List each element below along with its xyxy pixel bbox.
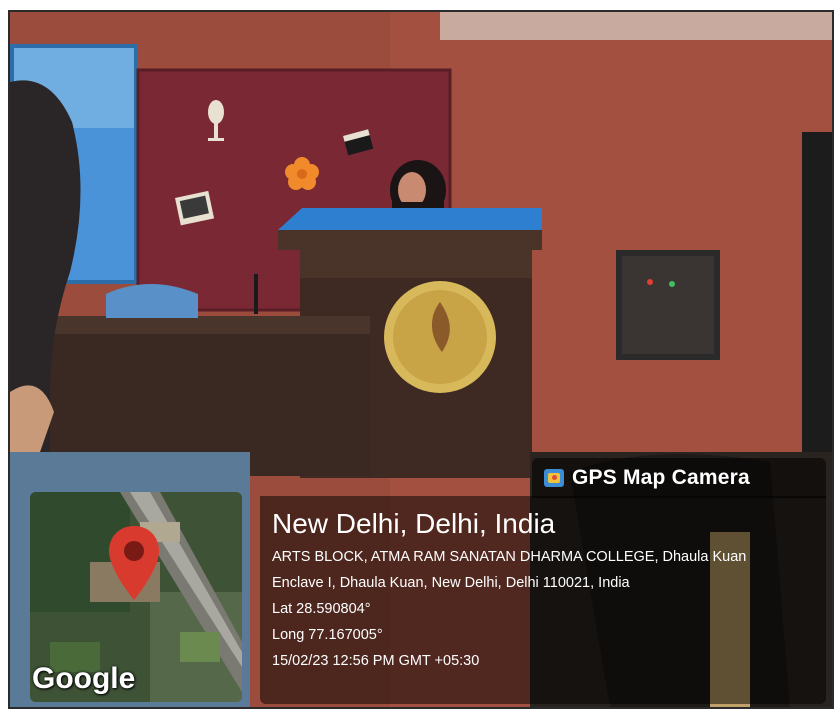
location-title: New Delhi, Delhi, India (272, 508, 556, 539)
location-address: ARTS BLOCK, ATMA RAM SANATAN DHARMA COLL… (272, 549, 747, 591)
location-map: Google (30, 492, 242, 702)
photo-frame: Google GPS Map Camera New Delhi, Delhi, … (8, 10, 834, 709)
location-pin-icon (109, 526, 159, 600)
location-info-panel: New Delhi, Delhi, India ARTS BLOCK, ATMA… (260, 496, 826, 704)
gps-map-camera-icon (544, 469, 564, 487)
latitude: Lat 28.590804° (272, 601, 371, 617)
badge-label: GPS Map Camera (572, 466, 750, 489)
google-watermark: Google (32, 662, 136, 695)
longitude: Long 77.167005° (272, 627, 383, 643)
timestamp: 15/02/23 12:56 PM GMT +05:30 (272, 653, 480, 669)
gps-map-camera-badge: GPS Map Camera (532, 458, 826, 498)
